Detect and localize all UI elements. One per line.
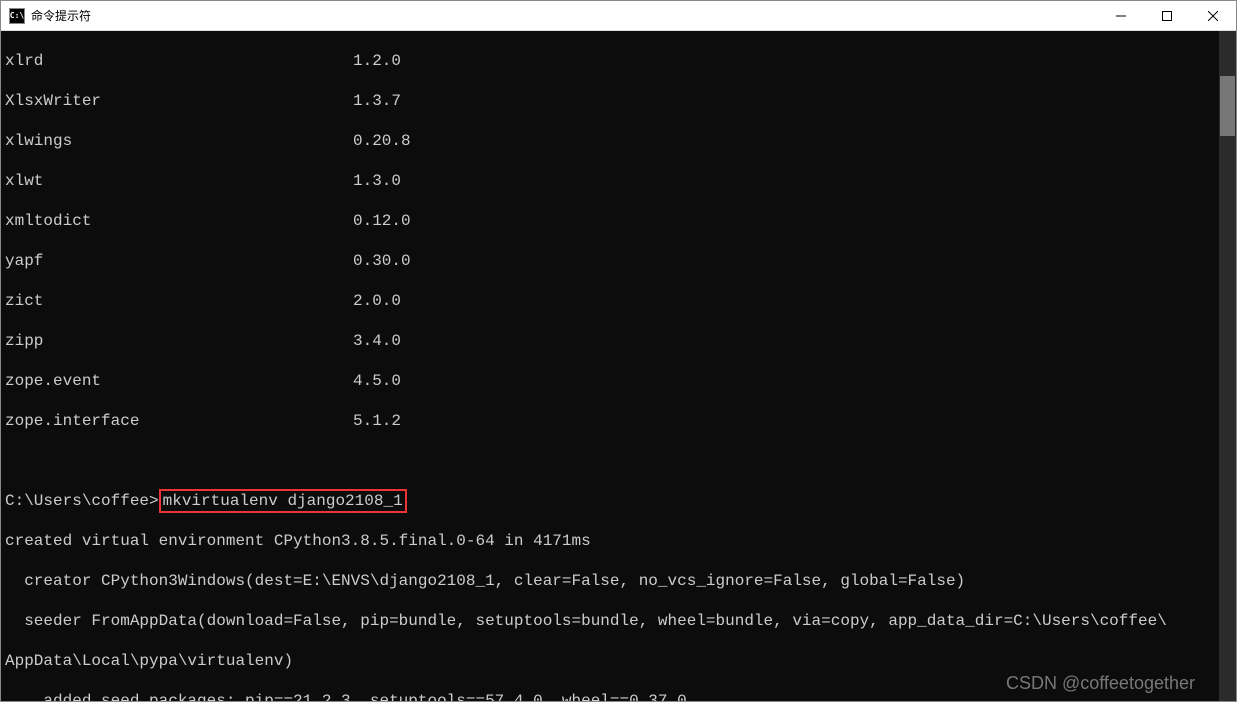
maximize-button[interactable] xyxy=(1144,1,1190,30)
window-title: 命令提示符 xyxy=(31,7,1098,24)
package-row: yapf0.30.0 xyxy=(5,251,1215,271)
cmd-icon: C:\ xyxy=(9,8,25,24)
package-row: xlrd1.2.0 xyxy=(5,51,1215,71)
output-line: created virtual environment CPython3.8.5… xyxy=(5,531,1215,551)
scrollbar[interactable] xyxy=(1219,31,1236,701)
blank-line xyxy=(5,451,1215,471)
window-controls xyxy=(1098,1,1236,30)
output-line: added seed packages: pip==21.2.3, setupt… xyxy=(5,691,1215,701)
package-row: zict2.0.0 xyxy=(5,291,1215,311)
highlighted-command: mkvirtualenv django2108_1 xyxy=(159,489,407,513)
output-line: AppData\Local\pypa\virtualenv) xyxy=(5,651,1215,671)
minimize-button[interactable] xyxy=(1098,1,1144,30)
terminal-output[interactable]: xlrd1.2.0 XlsxWriter1.3.7 xlwings0.20.8 … xyxy=(1,31,1219,701)
watermark: CSDN @coffeetogether xyxy=(1006,673,1195,693)
package-row: zipp3.4.0 xyxy=(5,331,1215,351)
titlebar: C:\ 命令提示符 xyxy=(1,1,1236,31)
package-row: xlwt1.3.0 xyxy=(5,171,1215,191)
package-row: zope.interface5.1.2 xyxy=(5,411,1215,431)
output-line: seeder FromAppData(download=False, pip=b… xyxy=(5,611,1215,631)
package-row: xlwings0.20.8 xyxy=(5,131,1215,151)
package-row: xmltodict0.12.0 xyxy=(5,211,1215,231)
scrollbar-thumb[interactable] xyxy=(1220,76,1235,136)
package-row: XlsxWriter1.3.7 xyxy=(5,91,1215,111)
prompt-line: C:\Users\coffee>mkvirtualenv django2108_… xyxy=(5,491,1215,511)
output-line: creator CPython3Windows(dest=E:\ENVS\dja… xyxy=(5,571,1215,591)
package-row: zope.event4.5.0 xyxy=(5,371,1215,391)
close-button[interactable] xyxy=(1190,1,1236,30)
